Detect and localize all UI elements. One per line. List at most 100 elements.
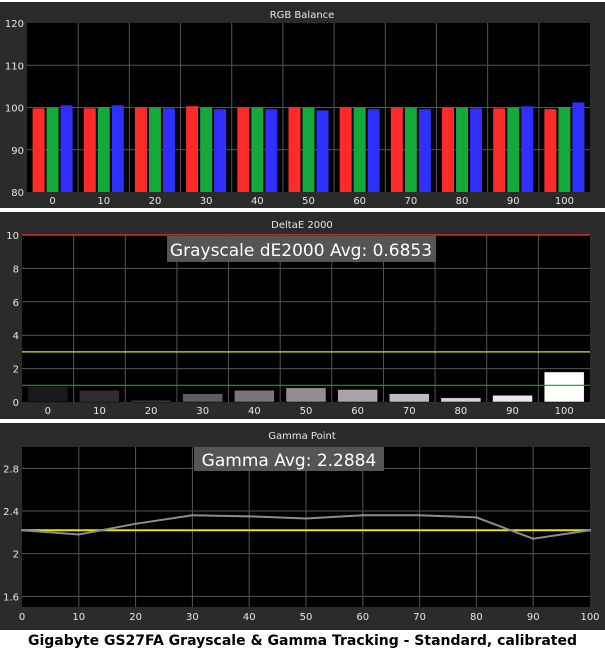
red-bar [186,106,199,192]
gamma-point [532,537,535,540]
green-bar [558,107,571,192]
x-tick-label: 80 [455,406,468,417]
y-tick-label: 8 [13,264,19,275]
x-tick-label: 20 [149,196,162,207]
x-tick-label: 90 [506,406,519,417]
x-tick-label: 60 [356,612,369,623]
x-tick-label: 0 [19,612,25,623]
calibration-chart-figure: RGB Balance80901001101200 10 20 30 40 50 60 70 8… [0,2,605,630]
red-bar [339,107,352,192]
chart-panel-3: Gamma Point 1.6 2 2.4 2.8 0 10 20 30 40 50 60 70 80 90… [0,423,605,630]
y-tick-label: 2.8 [3,464,19,475]
y-tick-label: 4 [13,331,19,342]
y-tick-label: 2.4 [3,507,19,518]
gamma-point [304,517,308,520]
deltae-bar [492,395,533,403]
blue-bar [111,105,124,192]
x-tick-label: 10 [72,612,85,623]
gamma-point [20,529,24,532]
green-bar [97,107,110,192]
x-tick-label: 50 [302,196,315,207]
gamma-point [248,515,251,518]
chart-panel-2: DeltaE 200002468100 10 20 30 40 50 60 70 80 90 100… [0,212,605,419]
y-tick-label: 90 [11,146,24,157]
red-bar [134,107,147,192]
x-tick-label: 100 [580,612,599,623]
deltae-bar [389,393,430,403]
y-tick-label: 10 [6,231,19,242]
average-gamma-label: Gamma Avg: 2.2884 [202,451,377,471]
deltae-bar [79,390,120,403]
blue-bar [367,109,380,192]
gamma-point [475,516,478,519]
x-tick-label: 20 [145,406,158,417]
x-tick-label: 30 [196,406,209,417]
gamma-point [77,533,81,536]
deltae-bar [440,397,482,403]
x-tick-label: 70 [403,406,416,417]
x-tick-label: 80 [470,612,483,623]
x-tick-label: 80 [456,196,469,207]
blue-bar [572,102,585,192]
x-tick-label: 40 [248,406,261,417]
deltae-bar [234,390,275,403]
blue-bar [60,105,73,192]
blue-bar [316,110,329,192]
x-tick-label: 90 [527,612,540,623]
blue-bar [162,108,175,192]
deltae-bar [130,400,172,403]
green-bar [302,107,315,192]
gamma-point [418,514,421,517]
y-tick-label: 110 [5,61,24,72]
blue-bar [214,109,227,192]
chart-title: Gamma Point [268,431,336,442]
x-tick-label: 60 [351,406,364,417]
chart-panel-1: RGB Balance 80 90 100 110 120 0 10 20 30 40 50 60 70 8… [0,2,605,208]
figure-caption: Gigabyte GS27FA Grayscale & Gamma Tracki… [27,633,577,649]
y-tick-label: 2 [13,550,19,561]
y-tick-label: 80 [11,188,24,199]
green-bar [251,107,264,192]
gamma-point [191,514,194,517]
x-tick-label: 30 [200,196,213,207]
x-tick-label: 0 [45,406,51,417]
x-tick-label: 70 [413,612,426,623]
y-tick-label: 0 [13,398,19,409]
red-bar [544,109,557,192]
chart-title: RGB Balance [270,10,335,21]
gamma-point [588,529,592,532]
y-tick-label: 2 [13,365,19,376]
red-bar [390,107,403,192]
x-tick-label: 50 [300,612,313,623]
y-tick-label: 100 [5,104,24,115]
red-bar [442,107,455,192]
x-tick-label: 60 [353,196,366,207]
blue-bar [521,106,534,192]
y-tick-label: 6 [13,298,19,309]
x-tick-label: 70 [404,196,417,207]
deltae-bar [27,385,69,403]
gamma-point [134,522,137,525]
average-deltae-label: Grayscale dE2000 Avg: 0.6853 [170,241,432,261]
x-tick-label: 100 [555,196,574,207]
deltae-bar [337,389,378,403]
red-bar [493,108,506,192]
x-tick-label: 40 [251,196,264,207]
blue-bar [418,109,431,192]
x-tick-label: 30 [186,612,199,623]
x-tick-label: 10 [93,406,106,417]
blue-bar [265,109,278,192]
x-tick-label: 20 [129,612,142,623]
y-tick-label: 1.6 [3,592,19,603]
deltae-bar [182,393,223,403]
deltae-bar [543,371,585,403]
chart-title: DeltaE 2000 [271,220,333,231]
x-tick-label: 50 [300,406,313,417]
y-tick-label: 120 [5,19,24,30]
x-tick-label: 10 [97,196,110,207]
blue-bar [470,108,483,192]
gamma-point [361,514,364,517]
red-bar [32,108,45,192]
red-bar [83,108,96,192]
green-bar [404,107,417,192]
